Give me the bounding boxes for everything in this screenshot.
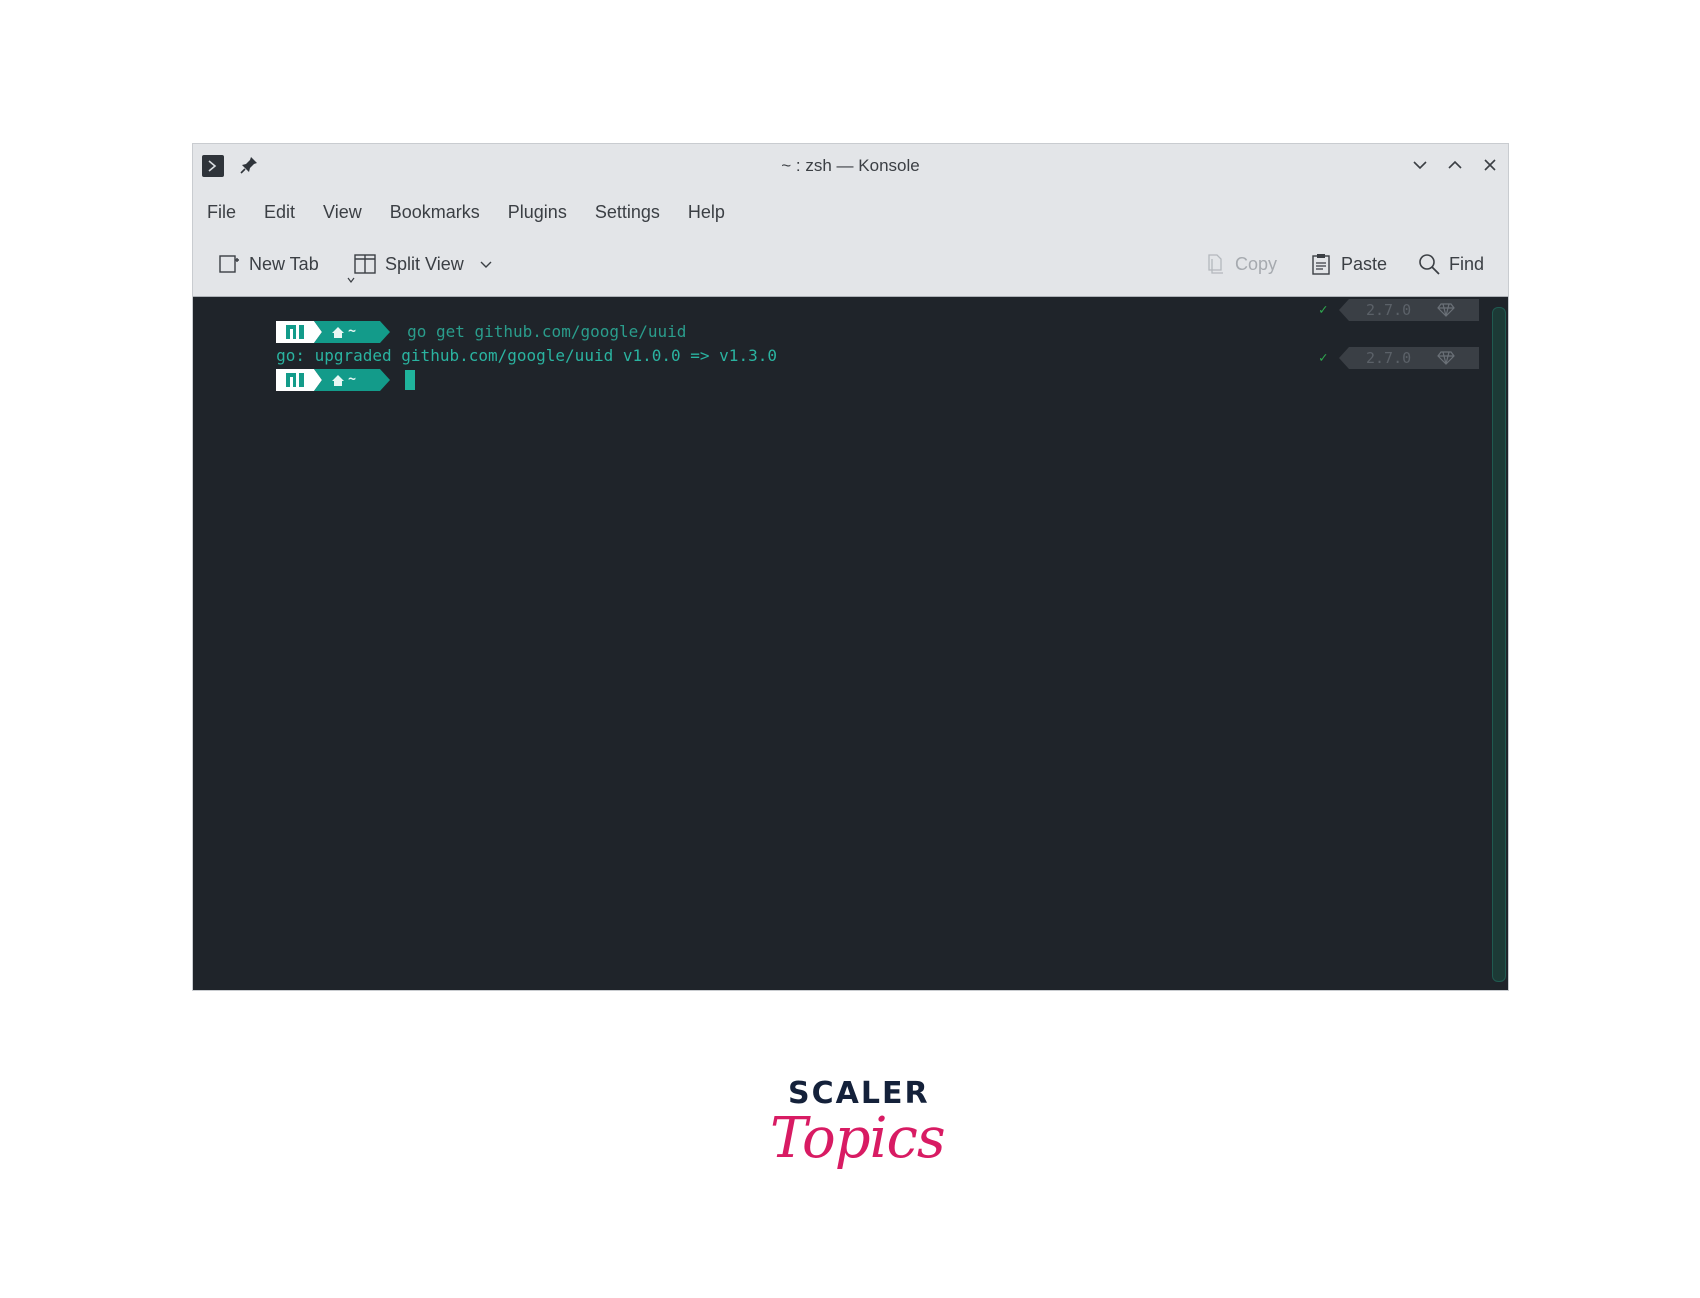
paste-label: Paste (1341, 253, 1388, 274)
paste-button[interactable]: Paste (1309, 248, 1387, 280)
status-check: ✓ (1319, 350, 1328, 366)
copy-button[interactable]: Copy (1203, 248, 1277, 280)
paste-icon (1312, 254, 1330, 275)
split-view-label: Split View (385, 253, 464, 274)
status-check: ✓ (1319, 302, 1328, 318)
menu-file[interactable]: File (207, 198, 250, 226)
gem-icon (1437, 351, 1455, 365)
chevron-up-icon (1448, 160, 1462, 169)
toolbar: New Tab Split View Copy Paste Find (193, 244, 1508, 284)
find-label: Find (1449, 253, 1485, 274)
split-view-icon (354, 254, 376, 274)
search-icon (1419, 254, 1440, 275)
copy-label: Copy (1235, 253, 1278, 274)
gem-icon (1437, 303, 1455, 317)
output-line: go: upgraded github.com/google/uuid v1.0… (199, 323, 777, 365)
manjaro-icon (286, 373, 305, 387)
shell-prompt: ~ (276, 369, 391, 391)
new-tab-label: New Tab (249, 253, 319, 274)
text-cursor (405, 370, 416, 390)
new-tab-button[interactable]: New Tab (217, 248, 355, 283)
page: ~ : zsh — Konsole File Edit View Bookmar… (0, 0, 1700, 1298)
menu-plugins[interactable]: Plugins (508, 198, 581, 226)
minimize-button[interactable] (1409, 154, 1431, 176)
prompt-dir: ~ (348, 372, 356, 387)
menubar: File Edit View Bookmarks Plugins Setting… (207, 198, 753, 226)
menu-help[interactable]: Help (688, 198, 739, 226)
copy-icon (1208, 254, 1223, 274)
scaler-topics-logo: SCALER Topics (770, 1076, 946, 1206)
window-title: ~ : zsh — Konsole (781, 156, 920, 175)
command-line: ~ go get github.com/google/uuid (199, 299, 686, 343)
ruby-version: 2.7.0 (1366, 301, 1412, 319)
chevron-down-icon (1413, 161, 1427, 170)
scrollbar[interactable] (1492, 307, 1506, 982)
logo-script: Topics (770, 1106, 946, 1171)
active-prompt-line: ~ (199, 347, 416, 391)
menu-settings[interactable]: Settings (595, 198, 674, 226)
menu-view[interactable]: View (323, 198, 376, 226)
new-tab-icon (219, 255, 239, 273)
window-chrome: ~ : zsh — Konsole File Edit View Bookmar… (193, 144, 1508, 297)
ruby-version: 2.7.0 (1366, 349, 1412, 367)
close-button[interactable] (1479, 154, 1501, 176)
konsole-window: ~ : zsh — Konsole File Edit View Bookmar… (193, 144, 1508, 990)
maximize-button[interactable] (1444, 154, 1466, 176)
chevron-down-icon[interactable] (478, 256, 494, 272)
menu-bookmarks[interactable]: Bookmarks (390, 198, 494, 226)
find-button[interactable]: Find (1417, 248, 1484, 280)
terminal-view[interactable]: ~ go get github.com/google/uuid go: upgr… (193, 297, 1508, 990)
right-prompt: ✓ 2.7.0 (1319, 299, 1479, 321)
right-prompt: ✓ 2.7.0 (1319, 347, 1479, 369)
close-icon (1484, 159, 1496, 171)
menu-edit[interactable]: Edit (264, 198, 309, 226)
titlebar: ~ : zsh — Konsole (193, 144, 1508, 184)
split-view-button[interactable]: Split View (353, 248, 502, 280)
